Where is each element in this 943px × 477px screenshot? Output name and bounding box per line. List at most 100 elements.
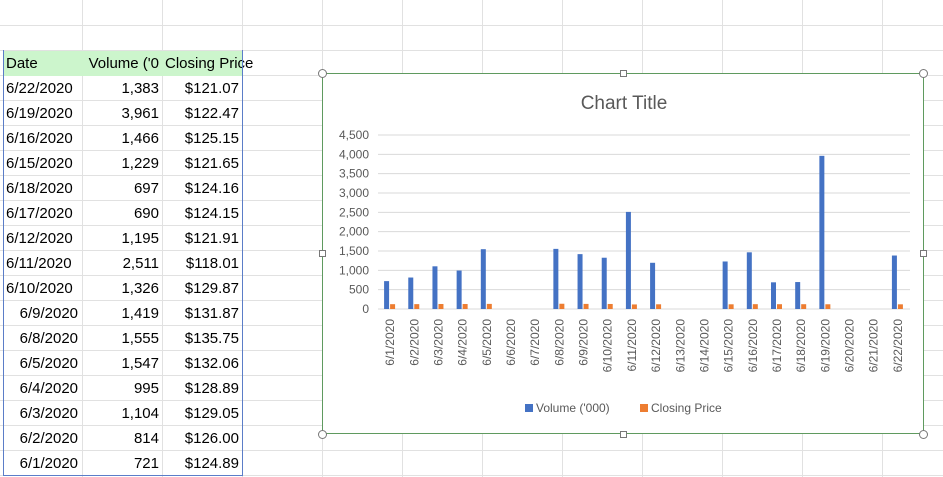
volume-cell[interactable]: 1,383 xyxy=(82,76,162,101)
resize-handle[interactable] xyxy=(318,430,327,439)
closing-price-bar[interactable] xyxy=(607,303,613,309)
chart-legend[interactable]: Volume ('000) Closing Price xyxy=(525,401,722,415)
volume-bar[interactable] xyxy=(771,282,776,309)
volume-bar[interactable] xyxy=(650,262,656,309)
resize-handle[interactable] xyxy=(919,69,928,78)
date-cell[interactable]: 6/19/2020 xyxy=(4,101,82,126)
closing-price-cell[interactable]: $129.05 xyxy=(162,401,242,426)
date-cell[interactable]: 6/11/2020 xyxy=(4,251,82,276)
clustered-column-chart[interactable]: Chart Title 0 500 1,000 1,500 2,000 2,500 3,00… xyxy=(322,73,924,434)
closing-price-bar[interactable] xyxy=(728,304,734,309)
volume-cell[interactable]: 1,229 xyxy=(82,151,162,176)
resize-handle[interactable] xyxy=(318,69,327,78)
closing-price-bar[interactable] xyxy=(462,304,468,309)
volume-bar[interactable] xyxy=(553,248,559,309)
closing-price-cell[interactable]: $122.47 xyxy=(162,101,242,126)
closing-price-cell[interactable]: $124.16 xyxy=(162,176,242,201)
closing-price-bar[interactable] xyxy=(801,304,807,309)
volume-bar[interactable] xyxy=(384,281,390,309)
volume-cell[interactable]: 995 xyxy=(82,376,162,401)
volume-cell[interactable]: 690 xyxy=(82,201,162,226)
volume-bar[interactable] xyxy=(625,211,631,309)
date-cell[interactable]: 6/12/2020 xyxy=(4,226,82,251)
date-cell[interactable]: 6/22/2020 xyxy=(4,76,82,101)
volume-cell[interactable]: 814 xyxy=(82,426,162,451)
closing-price-cell[interactable]: $128.89 xyxy=(162,376,242,401)
closing-price-cell[interactable]: $129.87 xyxy=(162,276,242,301)
resize-handle[interactable] xyxy=(919,430,928,439)
date-cell[interactable]: 6/3/2020 xyxy=(4,401,82,426)
volume-bar[interactable] xyxy=(722,261,728,309)
x-axis[interactable]: 6/1/2020 6/2/2020 6/3/2020 6/4/2020 6/5/2020… xyxy=(383,319,905,373)
volume-bar[interactable] xyxy=(891,255,897,309)
closing-price-cell[interactable]: $124.15 xyxy=(162,201,242,226)
date-cell[interactable]: 6/4/2020 xyxy=(4,376,82,401)
volume-bar[interactable] xyxy=(456,270,462,309)
x-tick-label: 6/8/2020 xyxy=(552,319,566,366)
volume-bar[interactable] xyxy=(577,254,583,309)
volume-cell[interactable]: 3,961 xyxy=(82,101,162,126)
resize-handle[interactable] xyxy=(920,250,927,257)
date-cell[interactable]: 6/1/2020 xyxy=(4,451,82,476)
date-cell[interactable]: 6/2/2020 xyxy=(4,426,82,451)
closing-price-bar[interactable] xyxy=(656,304,662,309)
volume-cell[interactable]: 1,195 xyxy=(82,226,162,251)
volume-bar[interactable] xyxy=(408,277,414,309)
header-cell-closing-price[interactable]: Closing Price xyxy=(162,51,253,76)
closing-price-bar[interactable] xyxy=(486,303,492,309)
volume-bar[interactable] xyxy=(480,249,486,309)
volume-bar[interactable] xyxy=(746,252,752,309)
volume-cell[interactable]: 2,511 xyxy=(82,251,162,276)
volume-cell[interactable]: 697 xyxy=(82,176,162,201)
volume-cell[interactable]: 1,326 xyxy=(82,276,162,301)
closing-price-bar[interactable] xyxy=(825,304,831,309)
closing-price-cell[interactable]: $121.91 xyxy=(162,226,242,251)
closing-price-cell[interactable]: $135.75 xyxy=(162,326,242,351)
volume-bar[interactable] xyxy=(795,282,801,309)
closing-price-bar[interactable] xyxy=(390,304,396,309)
date-cell[interactable]: 6/5/2020 xyxy=(4,351,82,376)
date-cell[interactable]: 6/10/2020 xyxy=(4,276,82,301)
closing-price-bar[interactable] xyxy=(897,304,903,309)
volume-bar[interactable] xyxy=(819,155,825,309)
closing-price-bar[interactable] xyxy=(752,304,758,309)
volume-cell[interactable]: 721 xyxy=(82,451,162,476)
closing-price-bar[interactable] xyxy=(438,304,444,309)
chart-title[interactable]: Chart Title xyxy=(581,93,668,114)
closing-price-bar[interactable] xyxy=(631,304,637,309)
volume-bar[interactable] xyxy=(432,266,438,309)
resize-handle[interactable] xyxy=(620,431,627,438)
closing-price-cell[interactable]: $121.07 xyxy=(162,76,242,101)
volume-bar[interactable] xyxy=(601,257,607,309)
x-tick-label: 6/11/2020 xyxy=(625,319,639,372)
closing-price-cell[interactable]: $132.06 xyxy=(162,351,242,376)
x-tick-label: 6/5/2020 xyxy=(480,319,494,366)
header-cell-date[interactable]: Date xyxy=(4,51,82,76)
closing-price-cell[interactable]: $121.65 xyxy=(162,151,242,176)
closing-price-bar[interactable] xyxy=(559,303,565,309)
closing-price-cell[interactable]: $131.87 xyxy=(162,301,242,326)
volume-cell[interactable]: 1,555 xyxy=(82,326,162,351)
y-axis[interactable]: 0 500 1,000 1,500 2,000 2,500 3,000 3,500 4,000 4… xyxy=(339,128,369,316)
date-cell[interactable]: 6/9/2020 xyxy=(4,301,82,326)
closing-price-bar[interactable] xyxy=(414,304,420,309)
volume-cell[interactable]: 1,466 xyxy=(82,126,162,151)
date-cell[interactable]: 6/8/2020 xyxy=(4,326,82,351)
resize-handle[interactable] xyxy=(620,70,627,77)
resize-handle[interactable] xyxy=(319,250,326,257)
closing-price-bar[interactable] xyxy=(583,303,589,309)
volume-cell[interactable]: 1,104 xyxy=(82,401,162,426)
closing-price-cell[interactable]: $125.15 xyxy=(162,126,242,151)
date-cell[interactable]: 6/17/2020 xyxy=(4,201,82,226)
date-cell[interactable]: 6/16/2020 xyxy=(4,126,82,151)
closing-price-cell[interactable]: $124.89 xyxy=(162,451,242,476)
plot-area[interactable] xyxy=(384,155,903,309)
date-cell[interactable]: 6/15/2020 xyxy=(4,151,82,176)
volume-cell[interactable]: 1,419 xyxy=(82,301,162,326)
volume-cell[interactable]: 1,547 xyxy=(82,351,162,376)
closing-price-bar[interactable] xyxy=(777,304,782,309)
closing-price-cell[interactable]: $126.00 xyxy=(162,426,242,451)
date-cell[interactable]: 6/18/2020 xyxy=(4,176,82,201)
closing-price-cell[interactable]: $118.01 xyxy=(162,251,242,276)
header-cell-volume[interactable]: Volume ('0 xyxy=(82,51,162,76)
